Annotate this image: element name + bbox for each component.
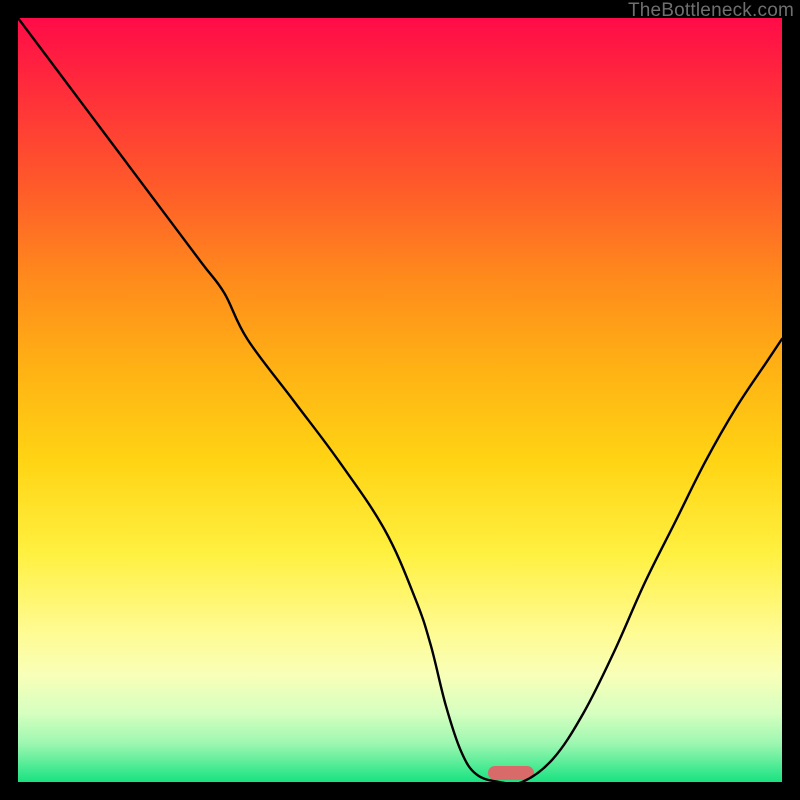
- chart-frame: TheBottleneck.com: [0, 0, 800, 800]
- bottleneck-curve: [18, 18, 782, 782]
- plot-area: [18, 18, 782, 782]
- optimal-marker: [488, 766, 534, 780]
- watermark-text: TheBottleneck.com: [628, 0, 794, 22]
